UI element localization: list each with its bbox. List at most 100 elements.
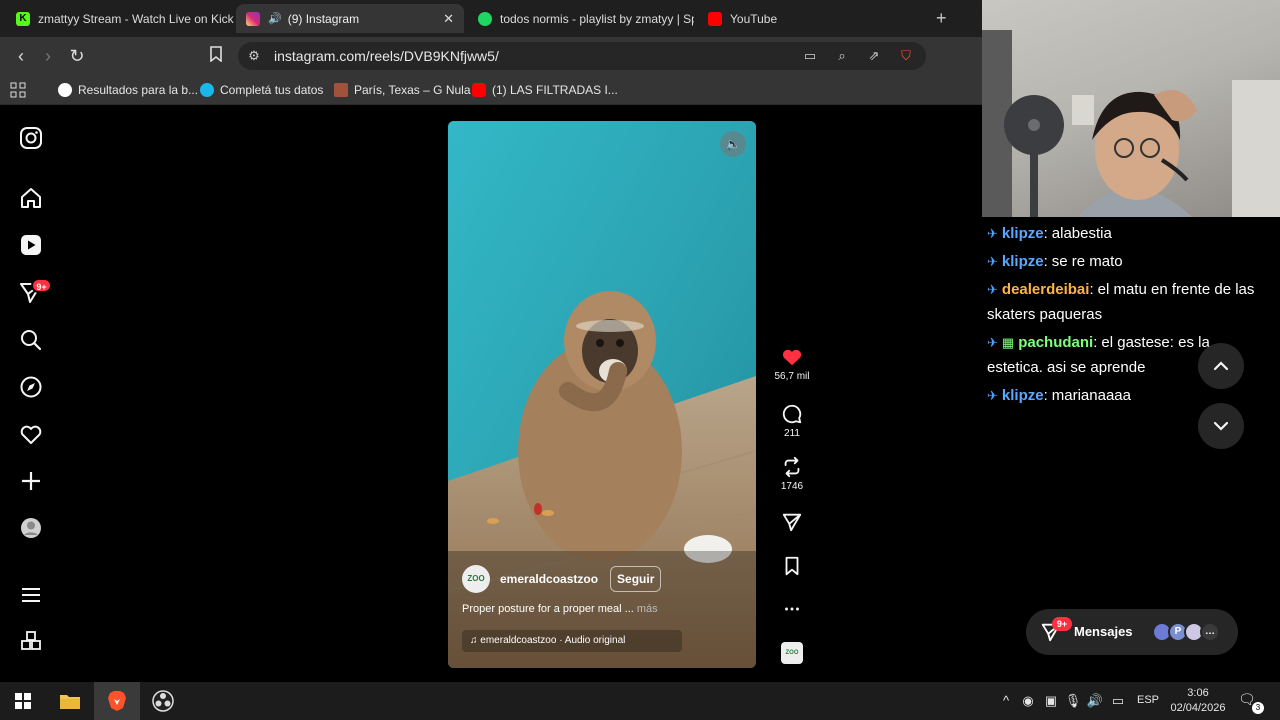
save-button[interactable] xyxy=(768,555,816,577)
audio-attribution[interactable]: ♫ emeraldcoastzoo · Audio original xyxy=(462,630,682,652)
bookmarks-bar: Resultados para la b... Completá tus dat… xyxy=(0,75,982,105)
chat-username[interactable]: klipze xyxy=(1002,225,1044,242)
repost-icon xyxy=(784,456,800,478)
chat-separator: : xyxy=(1093,334,1098,351)
bookmark-label: Resultados para la b... xyxy=(78,83,199,97)
volume-icon[interactable]: 🔈 xyxy=(720,131,746,157)
notification-badge: 9+ xyxy=(31,278,52,293)
verified-badge-icon: ✈ xyxy=(987,388,998,403)
reposts-count: 1746 xyxy=(780,481,804,492)
discord-icon[interactable]: ◉ xyxy=(1019,692,1037,710)
messages-button[interactable]: 9+ Mensajes P … xyxy=(1026,609,1238,655)
follow-button[interactable]: Seguir xyxy=(610,566,662,592)
chat-username[interactable]: klipze xyxy=(1002,387,1044,404)
back-icon[interactable]: ‹ xyxy=(10,45,32,67)
share-button[interactable] xyxy=(768,511,816,533)
tab-kick[interactable]: K zmattyy Stream - Watch Live on Kick xyxy=(6,4,234,33)
brave-browser-icon[interactable] xyxy=(94,682,140,720)
tab-title: zmattyy Stream - Watch Live on Kick xyxy=(38,11,234,26)
brave-shield-icon[interactable]: ⛉ xyxy=(896,46,916,66)
apps-icon[interactable] xyxy=(10,82,26,98)
tab-title: todos normis - playlist by zmatyy | Sp xyxy=(500,11,694,26)
youtube-icon xyxy=(472,83,486,97)
site-info-icon[interactable]: ⚙ xyxy=(244,46,264,66)
chat-username[interactable]: dealerdeibai xyxy=(1002,281,1090,298)
comment-button[interactable]: 211 xyxy=(768,403,816,439)
reload-icon[interactable]: ↻ xyxy=(66,45,88,67)
tab-spotify[interactable]: todos normis - playlist by zmatyy | Sp xyxy=(468,4,694,33)
streamer-camera-feed xyxy=(982,30,1280,217)
microphone-icon[interactable]: 🎙 xyxy=(1064,692,1082,710)
show-hidden-icons-icon[interactable]: ^ xyxy=(997,692,1015,710)
zoom-icon[interactable]: ⌕ xyxy=(832,46,852,66)
subscriber-badge-icon: ▦ xyxy=(1001,335,1015,350)
chat-text: se re mato xyxy=(1051,253,1123,270)
address-row: ‹ › ↻ ⚙ instagram.com/reels/DVB9KNfjww5/… xyxy=(0,37,982,75)
cast-icon[interactable]: ▭ xyxy=(800,46,820,66)
language-indicator[interactable]: ESP xyxy=(1137,694,1159,706)
bookmark-item[interactable]: París, Texas – G Nula xyxy=(334,82,471,98)
repost-button[interactable]: 1746 xyxy=(768,456,816,492)
reel-caption[interactable]: Proper posture for a proper meal ... más xyxy=(462,603,658,615)
heart-icon[interactable] xyxy=(18,421,44,447)
google-icon xyxy=(58,83,72,97)
browser-window: K zmattyy Stream - Watch Live on Kick 🔊 … xyxy=(0,0,982,682)
previous-reel-button[interactable] xyxy=(1198,343,1244,389)
home-icon[interactable] xyxy=(18,185,44,211)
instagram-logo-icon[interactable] xyxy=(18,125,44,151)
forward-icon[interactable]: › xyxy=(37,45,59,67)
heart-filled-icon xyxy=(782,349,802,366)
tab-youtube[interactable]: YouTube xyxy=(698,4,898,33)
tab-instagram[interactable]: 🔊 (9) Instagram ✕ xyxy=(236,4,464,33)
bookmark-item[interactable]: (1) LAS FILTRADAS I... xyxy=(472,82,618,98)
volume-icon[interactable]: 🔊 xyxy=(1086,692,1104,710)
new-tab-button[interactable]: + xyxy=(936,8,947,29)
app-tray-icon[interactable]: ▣ xyxy=(1042,692,1060,710)
instagram-page: 9+ 🔈 ZOO emeraldcoastzoo Seguir Proper p… xyxy=(0,106,982,682)
like-button[interactable]: 56,7 mil xyxy=(768,346,816,382)
more-options-button[interactable] xyxy=(768,598,816,620)
profile-avatar[interactable] xyxy=(18,515,44,541)
chat-separator: : xyxy=(1089,281,1094,298)
reels-icon[interactable] xyxy=(18,232,44,258)
bookmark-label: Completá tus datos xyxy=(220,83,324,97)
bookmark-label: París, Texas – G Nula xyxy=(354,83,471,97)
verified-badge-icon: ✈ xyxy=(987,226,998,241)
clock-time: 3:06 xyxy=(1187,687,1209,699)
close-tab-icon[interactable]: ✕ xyxy=(443,11,454,27)
messages-label: Mensajes xyxy=(1074,624,1133,639)
create-icon[interactable] xyxy=(18,468,44,494)
tab-bar: K zmattyy Stream - Watch Live on Kick 🔊 … xyxy=(0,0,982,37)
network-icon[interactable]: ▭ xyxy=(1109,692,1127,710)
kick-icon: K xyxy=(16,11,30,26)
windows-start-icon[interactable] xyxy=(0,682,46,720)
bookmark-item[interactable]: Resultados para la b... xyxy=(58,82,198,98)
share-icon[interactable]: ⇗ xyxy=(864,46,884,66)
bookmark-page-icon[interactable] xyxy=(205,45,227,67)
caption-more-link[interactable]: más xyxy=(637,603,658,615)
url-bar[interactable]: ⚙ instagram.com/reels/DVB9KNfjww5/ ▭ ⌕ ⇗… xyxy=(238,42,926,70)
chat-separator: : xyxy=(1043,225,1048,242)
file-explorer-icon[interactable] xyxy=(47,682,93,720)
clock[interactable]: 3:06 02/04/2026 xyxy=(1166,686,1230,716)
next-reel-button[interactable] xyxy=(1198,403,1244,449)
chat-text: alabestia xyxy=(1051,225,1112,242)
clock-date: 02/04/2026 xyxy=(1170,702,1226,714)
speaker-icon[interactable]: 🔊 xyxy=(268,12,282,25)
chat-username[interactable]: klipze xyxy=(1002,253,1044,270)
chat-message: ✈ dealerdeibai: el matu en frente de las s… xyxy=(987,277,1269,327)
search-icon[interactable] xyxy=(18,327,44,353)
menu-icon[interactable] xyxy=(18,582,44,608)
chat-message: ✈ klipze: alabestia xyxy=(987,221,1269,246)
more-apps-icon[interactable] xyxy=(18,629,44,655)
caption-text: Proper posture for a proper meal ... xyxy=(462,603,634,615)
comments-count: 211 xyxy=(784,428,800,439)
audio-thumbnail[interactable]: ZOO xyxy=(781,642,803,664)
owner-username[interactable]: emeraldcoastzoo xyxy=(500,572,598,586)
obs-icon[interactable] xyxy=(140,682,186,720)
reel-video[interactable]: 🔈 ZOO emeraldcoastzoo Seguir Proper post… xyxy=(448,121,756,668)
owner-avatar[interactable]: ZOO xyxy=(462,565,490,593)
chat-username[interactable]: pachudani xyxy=(1018,334,1093,351)
explore-icon[interactable] xyxy=(18,374,44,400)
bookmark-item[interactable]: Completá tus datos xyxy=(200,82,323,98)
